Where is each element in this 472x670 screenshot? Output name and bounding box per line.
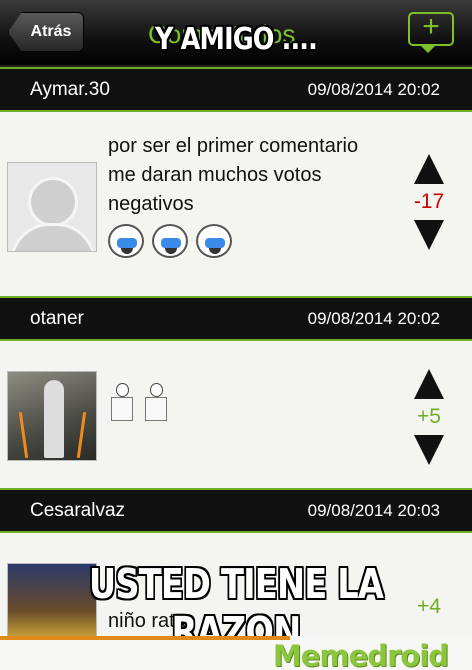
vote-control: -17	[412, 154, 446, 250]
upvote-arrow-icon[interactable]	[414, 154, 444, 184]
downvote-arrow-icon[interactable]	[414, 435, 444, 465]
downvote-arrow-icon[interactable]	[414, 220, 444, 250]
crying-face-icon	[152, 224, 188, 258]
comment-username[interactable]: otaner	[30, 308, 84, 330]
comment-header: otaner 09/08/2014 20:02	[0, 296, 472, 341]
meme-figure-icon	[142, 383, 168, 421]
upvote-arrow-icon[interactable]	[414, 369, 444, 399]
comment-username[interactable]: Cesaralvaz	[30, 500, 125, 522]
comment-text: por ser el primer comentario me daran mu…	[108, 135, 359, 215]
vote-score: -17	[413, 190, 445, 213]
watermark-logo: Memedroid	[272, 639, 449, 670]
comment-body: por ser el primer comentario me daran mu…	[0, 112, 472, 296]
emoji-row	[108, 383, 168, 421]
avatar[interactable]	[7, 162, 97, 252]
vote-control: +5	[412, 369, 446, 465]
comment-header: Aymar.30 09/08/2014 20:02	[0, 67, 472, 112]
emoji-row	[108, 224, 232, 258]
comment-username[interactable]: Aymar.30	[30, 79, 110, 101]
scroll-indicator	[0, 636, 290, 640]
comment-date: 09/08/2014 20:02	[307, 309, 440, 328]
crying-face-icon	[108, 224, 144, 258]
comment-header: Cesaralvaz 09/08/2014 20:03	[0, 488, 472, 533]
vote-score: +5	[417, 405, 441, 428]
avatar[interactable]	[7, 371, 97, 461]
meme-caption-top: Y AMIGO ....	[155, 22, 318, 57]
meme-figure-icon	[108, 383, 134, 421]
comment-body: +5	[0, 341, 472, 488]
comment-date: 09/08/2014 20:03	[307, 501, 440, 520]
comment-date: 09/08/2014 20:02	[307, 80, 440, 99]
crying-face-icon	[196, 224, 232, 258]
